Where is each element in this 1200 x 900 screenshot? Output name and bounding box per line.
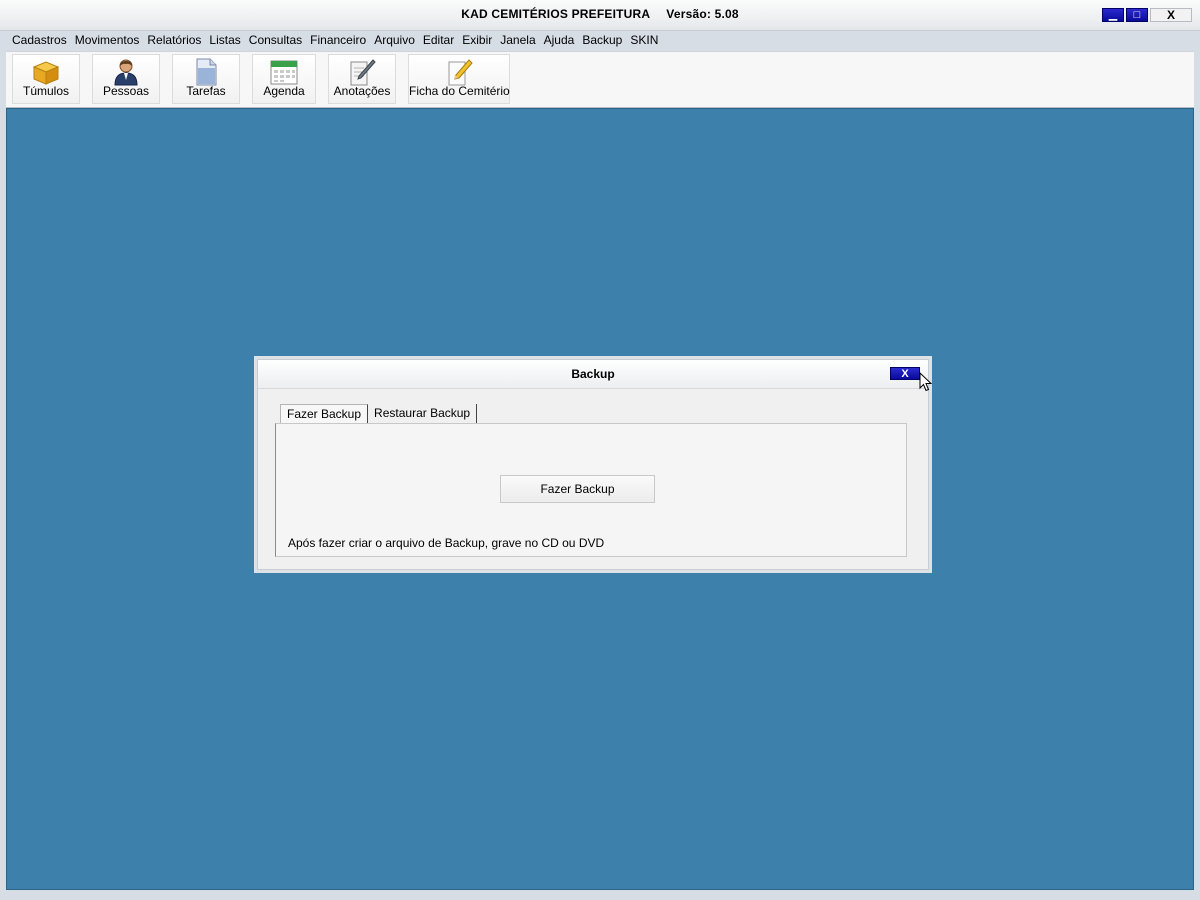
menu-item-cadastros[interactable]: Cadastros bbox=[8, 31, 71, 49]
menu-item-skin[interactable]: SKIN bbox=[626, 31, 662, 49]
ficha-do-cemiterio-button[interactable]: Ficha do Cemitério bbox=[408, 54, 510, 104]
window-controls: ▁ □ X bbox=[1102, 8, 1192, 22]
tab-fazer-backup[interactable]: Fazer Backup bbox=[280, 404, 369, 424]
backup-hint-text: Após fazer criar o arquivo de Backup, gr… bbox=[288, 536, 605, 550]
app-title: KAD CEMITÉRIOS PREFEITURA bbox=[461, 7, 651, 21]
dialog-tabs: Fazer Backup Restaurar Backup bbox=[280, 404, 478, 424]
tumulos-label: Túmulos bbox=[22, 84, 69, 98]
maximize-button[interactable]: □ bbox=[1126, 8, 1148, 22]
title-bar: KAD CEMITÉRIOS PREFEITURA Versão: 5.08 ▁ … bbox=[0, 0, 1200, 31]
anotacoes-button[interactable]: Anotações bbox=[328, 54, 396, 104]
menu-item-backup[interactable]: Backup bbox=[578, 31, 626, 49]
tumulos-button[interactable]: Túmulos bbox=[12, 54, 80, 104]
main-window: KAD CEMITÉRIOS PREFEITURA Versão: 5.08 ▁ … bbox=[0, 0, 1200, 900]
box-icon bbox=[32, 61, 60, 85]
minimize-button[interactable]: ▁ bbox=[1102, 8, 1124, 22]
tarefas-label: Tarefas bbox=[186, 84, 226, 98]
maximize-icon: □ bbox=[1133, 8, 1141, 21]
backup-dialog: Backup X Fazer Backup Restaurar Backup F… bbox=[257, 359, 929, 570]
person-icon bbox=[114, 59, 138, 86]
agenda-label: Agenda bbox=[263, 84, 305, 98]
fazer-backup-button[interactable]: Fazer Backup bbox=[500, 475, 655, 503]
menu-item-janela[interactable]: Janela bbox=[496, 31, 539, 49]
minimize-icon: ▁ bbox=[1108, 8, 1118, 21]
dialog-title: Backup bbox=[571, 367, 615, 381]
tab-restaurar-backup[interactable]: Restaurar Backup bbox=[368, 404, 478, 423]
pessoas-label: Pessoas bbox=[102, 84, 150, 98]
mouse-cursor-icon bbox=[919, 372, 933, 392]
tarefas-button[interactable]: Tarefas bbox=[172, 54, 240, 104]
pencil-icon bbox=[448, 59, 473, 86]
menu-item-movimentos[interactable]: Movimentos bbox=[71, 31, 144, 49]
anotacoes-label: Anotações bbox=[333, 84, 391, 98]
menu-item-consultas[interactable]: Consultas bbox=[245, 31, 306, 49]
calendar-icon bbox=[270, 60, 298, 85]
menu-item-ajuda[interactable]: Ajuda bbox=[540, 31, 579, 49]
ficha-do-cemiterio-label: Ficha do Cemitério bbox=[409, 84, 510, 98]
app-version: Versão: 5.08 bbox=[666, 7, 739, 21]
close-icon: X bbox=[901, 367, 909, 380]
menu-item-relatorios[interactable]: Relatórios bbox=[143, 31, 205, 49]
menu-item-exibir[interactable]: Exibir bbox=[458, 31, 496, 49]
menu-item-arquivo[interactable]: Arquivo bbox=[370, 31, 419, 49]
toolbar: Túmulos Pessoas Tarefas Agenda Anotações… bbox=[6, 51, 1194, 108]
agenda-button[interactable]: Agenda bbox=[252, 54, 316, 104]
pessoas-button[interactable]: Pessoas bbox=[92, 54, 160, 104]
close-icon: X bbox=[1166, 8, 1175, 22]
menu-item-listas[interactable]: Listas bbox=[205, 31, 244, 49]
dialog-title-bar: Backup X bbox=[258, 360, 928, 389]
close-button[interactable]: X bbox=[1150, 8, 1192, 22]
menu-item-editar[interactable]: Editar bbox=[419, 31, 458, 49]
window-title: KAD CEMITÉRIOS PREFEITURA Versão: 5.08 bbox=[0, 7, 1200, 21]
tab-panel-fazer-backup: Fazer Backup Após fazer criar o arquivo … bbox=[275, 423, 907, 557]
menu-bar: Cadastros Movimentos Relatórios Listas C… bbox=[8, 31, 662, 49]
dialog-close-button[interactable]: X bbox=[890, 367, 920, 380]
notepad-pen-icon bbox=[350, 59, 376, 86]
document-icon bbox=[196, 58, 217, 86]
menu-item-financeiro[interactable]: Financeiro bbox=[306, 31, 370, 49]
